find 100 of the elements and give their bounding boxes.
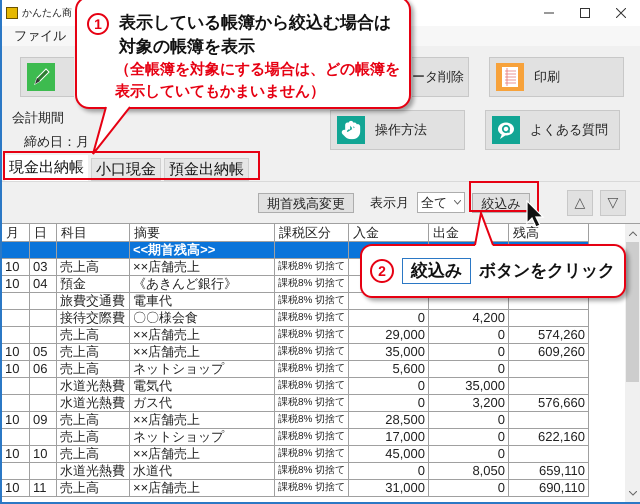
- table-cell: 売上高: [57, 344, 130, 361]
- tab[interactable]: 現金出納帳: [5, 155, 88, 181]
- close-icon[interactable]: [616, 8, 626, 18]
- table-cell: 10: [30, 446, 57, 463]
- table-cell: <<期首残高>>: [130, 242, 275, 259]
- tab[interactable]: 小口現金: [91, 158, 161, 181]
- table-cell: 622,160: [509, 429, 589, 446]
- move-down-button[interactable]: ▽: [600, 190, 626, 216]
- table-cell: [30, 429, 57, 446]
- table-cell: 課税8% 切捨て: [275, 395, 349, 412]
- table-cell: 10: [2, 361, 30, 378]
- callout-text: ボタンをクリック: [479, 260, 615, 282]
- table-cell: 課税8% 切捨て: [275, 293, 349, 310]
- table-cell: [30, 310, 57, 327]
- month-select[interactable]: 全て: [417, 192, 465, 213]
- callout-note: 表示していてもかまいません）: [115, 82, 326, 102]
- table-cell: ネットショップ: [130, 361, 275, 378]
- table-cell: 35,000: [349, 344, 429, 361]
- table-cell: 06: [30, 361, 57, 378]
- table-cell: 3,200: [429, 395, 509, 412]
- table-cell: 11: [30, 480, 57, 497]
- table-cell: 課税8% 切捨て: [275, 429, 349, 446]
- table-cell: 10: [2, 276, 30, 293]
- action-button[interactable]: よくある質問: [485, 110, 620, 150]
- table-cell: 04: [30, 276, 57, 293]
- table-cell: 0: [349, 395, 429, 412]
- table-cell: 28,500: [349, 412, 429, 429]
- table-cell: [30, 463, 57, 480]
- callout-note: （全帳簿を対象にする場合は、どの帳簿を: [115, 60, 400, 80]
- filter-button-sample: 絞込み: [402, 258, 471, 284]
- table-cell: 0: [349, 378, 429, 395]
- scrollbar-thumb[interactable]: [626, 242, 639, 382]
- table-cell: 課税8% 切捨て: [275, 463, 349, 480]
- table-cell: 売上高: [57, 412, 130, 429]
- table-cell: 電車代: [130, 293, 275, 310]
- period-label: 会計期間: [12, 109, 65, 127]
- table-cell: 4,200: [429, 310, 509, 327]
- table-cell: 課税8% 切捨て: [275, 344, 349, 361]
- maximize-icon[interactable]: [580, 8, 590, 18]
- tab[interactable]: 預金出納帳: [164, 158, 249, 181]
- step-number: 1: [87, 13, 109, 35]
- table-cell: 0: [429, 429, 509, 446]
- action-button[interactable]: ータ削除: [412, 57, 469, 97]
- table-cell: 05: [30, 344, 57, 361]
- table-cell: 課税8% 切捨て: [275, 327, 349, 344]
- table-cell: 09: [30, 412, 57, 429]
- chevron-down-icon: [454, 200, 461, 205]
- action-button[interactable]: 操作方法: [330, 110, 465, 150]
- notebook-icon: [496, 63, 524, 91]
- table-cell: 水道光熱費: [57, 463, 130, 480]
- pencil-icon: [27, 63, 55, 91]
- action-button[interactable]: 印刷: [489, 57, 624, 97]
- table-cell: 課税8% 切捨て: [275, 276, 349, 293]
- table-cell: 接待交際費: [57, 310, 130, 327]
- table-cell: 課税8% 切捨て: [275, 361, 349, 378]
- move-up-button[interactable]: △: [567, 190, 593, 216]
- table-cell: 0: [429, 361, 509, 378]
- table-cell: 0: [429, 344, 509, 361]
- table-cell: 0: [349, 310, 429, 327]
- table-cell: 水道光熱費: [57, 395, 130, 412]
- table-cell: 課税8% 切捨て: [275, 412, 349, 429]
- table-cell: 〇〇様会食: [130, 310, 275, 327]
- closing-day-text: 締め日：月: [24, 132, 89, 150]
- table-cell: 課税8% 切捨て: [275, 480, 349, 497]
- action-button[interactable]: [20, 57, 74, 97]
- month-label: 表示月: [370, 194, 409, 212]
- table-cell: [30, 293, 57, 310]
- step-number: 2: [370, 259, 394, 283]
- app-logo-icon: [6, 7, 18, 19]
- table-cell: 574,260: [509, 327, 589, 344]
- table-cell: 659,110: [509, 463, 589, 480]
- chevron-up-icon[interactable]: [628, 231, 636, 236]
- table-cell: 0: [429, 446, 509, 463]
- table-cell: 0: [429, 412, 509, 429]
- table-cell: 10: [2, 446, 30, 463]
- table-cell: 45,000: [349, 446, 429, 463]
- table-cell: 8,050: [429, 463, 509, 480]
- table-cell: 電気代: [130, 378, 275, 395]
- table-cell: ××店舗売上: [130, 344, 275, 361]
- table-cell: 旅費交通費: [57, 293, 130, 310]
- table-cell: 29,000: [349, 327, 429, 344]
- table-cell: 売上高: [57, 327, 130, 344]
- table-cell: 576,660: [509, 395, 589, 412]
- table-cell: 売上高: [57, 361, 130, 378]
- table-cell: 課税8% 切捨て: [275, 310, 349, 327]
- table-cell: 31,000: [349, 480, 429, 497]
- chevron-down-icon[interactable]: [628, 491, 636, 496]
- callout-text: 表示している帳簿から絞込む場合は: [119, 12, 392, 34]
- table-cell: 17,000: [349, 429, 429, 446]
- table-cell: 預金: [57, 276, 130, 293]
- menu-item[interactable]: ファイル: [14, 26, 66, 46]
- table-cell: ××店舗売上: [130, 480, 275, 497]
- table-cell: 690,110: [509, 480, 589, 497]
- opening-balance-button[interactable]: 期首残高変更: [258, 192, 354, 212]
- table-cell: 0: [349, 463, 429, 480]
- table-cell: 売上高: [57, 446, 130, 463]
- table-cell: ネットショップ: [130, 429, 275, 446]
- table-cell: [30, 327, 57, 344]
- table-cell: 0: [429, 327, 509, 344]
- table-cell: 03: [30, 259, 57, 276]
